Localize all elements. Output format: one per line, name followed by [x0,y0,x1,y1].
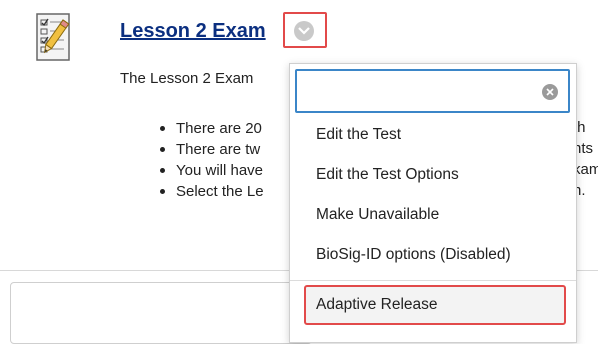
menu-item-edit-test[interactable]: Edit the Test [290,115,576,155]
menu-item-biosig-options[interactable]: BioSig-ID options (Disabled) [290,235,576,275]
exam-title-link[interactable]: Lesson 2 Exam [120,20,266,43]
next-content-box [10,282,312,344]
list-item: Select the Le [160,181,264,202]
menu-item-adaptive-release[interactable]: Adaptive Release [304,285,566,325]
menu-item-edit-test-options[interactable]: Edit the Test Options [290,155,576,195]
list-item: There are 20 [160,118,264,139]
list-item: There are tw [160,139,264,160]
chevron-down-icon[interactable] [294,21,314,41]
menu-divider [290,280,576,281]
menu-search-field[interactable] [295,69,570,113]
menu-search-input[interactable] [303,79,537,105]
clear-icon[interactable] [542,84,558,100]
context-menu: Edit the Test Edit the Test Options Make… [289,63,577,343]
test-icon [33,12,85,68]
list-item: You will have [160,160,264,181]
menu-item-make-unavailable[interactable]: Make Unavailable [290,195,576,235]
exam-description: The Lesson 2 Exam [120,70,254,87]
exam-bullet-list: There are 20 There are tw You will have … [160,118,264,202]
